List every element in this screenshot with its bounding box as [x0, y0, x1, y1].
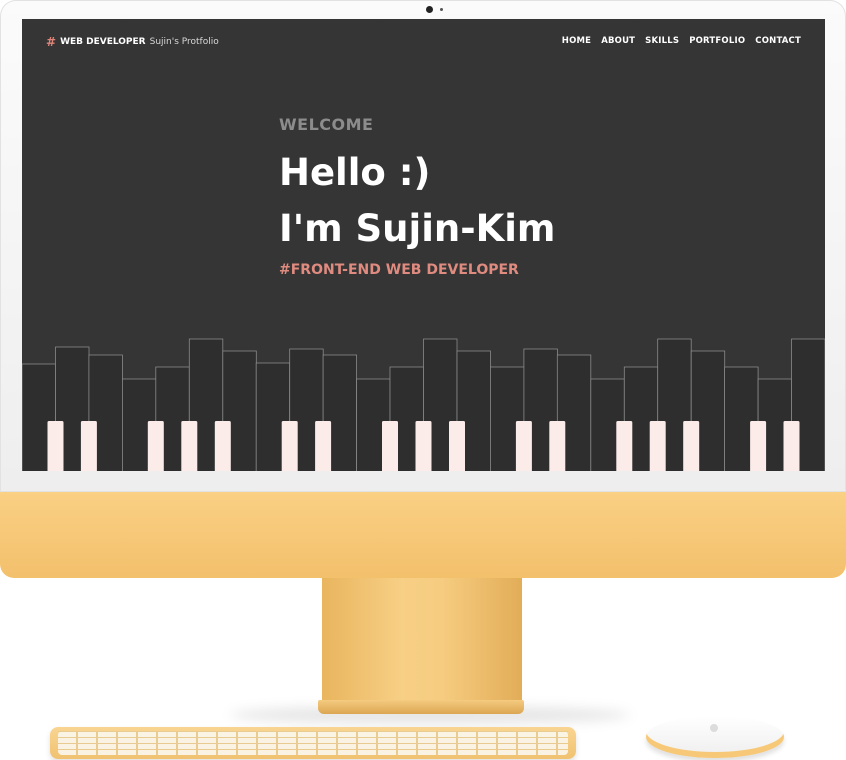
nav-skills[interactable]: SKILLS	[645, 36, 679, 46]
main-nav: HOME ABOUT SKILLS PORTFOLIO CONTACT	[562, 36, 801, 46]
imac-stand	[322, 578, 522, 706]
website-screen: # WEB DEVELOPER Sujin's Protfolio HOME A…	[22, 19, 825, 471]
hero-heading-line1: Hello :)	[279, 151, 431, 194]
piano-key	[181, 421, 198, 471]
piano-key	[415, 421, 432, 471]
site-logo[interactable]: # WEB DEVELOPER Sujin's Protfolio	[46, 35, 219, 49]
imac-stand-base	[318, 700, 524, 714]
hero-heading-line2: I'm Sujin-Kim	[279, 207, 556, 250]
camera-icon	[426, 6, 433, 13]
piano-key	[750, 421, 767, 471]
imac-chin	[0, 492, 846, 578]
nav-home[interactable]: HOME	[562, 36, 591, 46]
nav-contact[interactable]: CONTACT	[755, 36, 801, 46]
keyboard	[50, 727, 576, 759]
piano-key	[549, 421, 566, 471]
piano-key	[449, 421, 465, 471]
piano-key	[783, 421, 800, 471]
piano-key	[515, 421, 532, 471]
nav-about[interactable]: ABOUT	[601, 36, 635, 46]
piano-key	[315, 421, 332, 471]
logo-subtitle: Sujin's Protfolio	[149, 37, 219, 47]
piano-key	[616, 421, 633, 471]
piano-key	[382, 421, 398, 471]
piano-key	[649, 421, 666, 471]
piano-key	[147, 421, 164, 471]
keyboard-keys	[58, 731, 568, 755]
apple-logo-icon	[710, 724, 718, 732]
piano-key	[47, 421, 64, 471]
camera-sensor-icon	[440, 8, 443, 11]
mouse	[646, 716, 784, 758]
hero-subtitle: #FRONT-END WEB DEVELOPER	[279, 262, 519, 278]
logo-mark-icon: #	[46, 35, 57, 49]
hero-heading: Hello :) I'm Sujin-Kim	[279, 145, 556, 257]
piano-key	[80, 421, 97, 471]
welcome-label: WELCOME	[279, 115, 374, 134]
piano-key	[683, 421, 700, 471]
piano-key	[281, 421, 298, 471]
nav-portfolio[interactable]: PORTFOLIO	[689, 36, 745, 46]
piano-key	[214, 421, 231, 471]
logo-title: WEB DEVELOPER	[60, 37, 146, 47]
